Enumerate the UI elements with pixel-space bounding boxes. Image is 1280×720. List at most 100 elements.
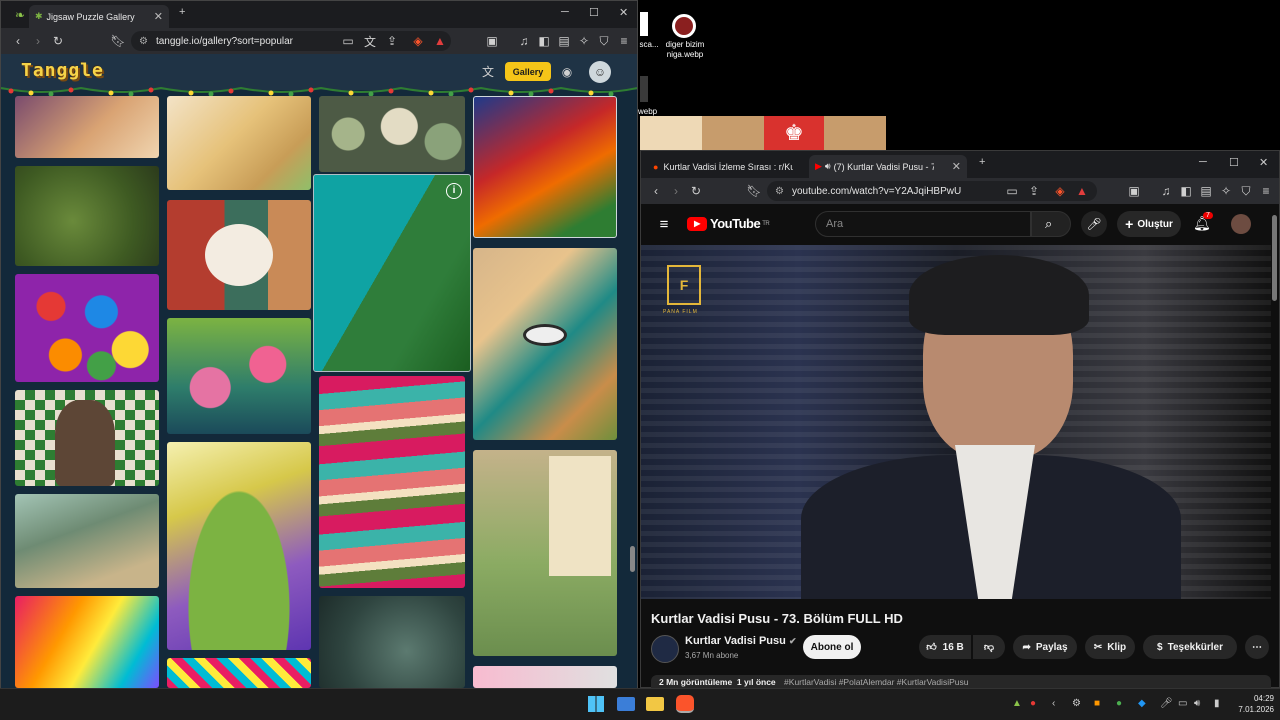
puzzle-tile-village[interactable]	[15, 166, 159, 266]
channel-name[interactable]: Kurtlar Vadisi Pusu ✔	[685, 635, 796, 647]
create-button[interactable]: + Oluştur	[1117, 211, 1181, 237]
file-explorer-icon[interactable]	[646, 697, 664, 711]
task-view-icon[interactable]	[617, 697, 635, 711]
user-avatar-icon[interactable]: ☺	[589, 61, 611, 83]
new-tab-button[interactable]: +	[179, 6, 185, 18]
reload-icon[interactable]: ↻	[687, 182, 705, 200]
puzzle-tile-painted-face[interactable]	[473, 248, 617, 440]
search-input[interactable]: Ara	[815, 211, 1031, 237]
network-icon[interactable]: ▭	[1178, 698, 1187, 709]
tray-icon-2[interactable]: ●	[1030, 698, 1036, 709]
account-avatar[interactable]	[1231, 214, 1251, 234]
speaker-icon[interactable]: 🔊︎	[825, 161, 831, 172]
start-windows-icon[interactable]	[588, 696, 604, 712]
puzzle-tile-cat[interactable]	[15, 390, 159, 486]
brave-shield-icon[interactable]: ◈	[1051, 182, 1069, 200]
cast-icon[interactable]: ▭	[1003, 182, 1021, 200]
forward-icon[interactable]: ›	[667, 182, 685, 200]
site-info-icon[interactable]: ⚙	[775, 186, 784, 197]
tab-youtube[interactable]: ▶ 🔊︎ (7) Kurtlar Vadisi Pusu - 73. B ✕	[809, 155, 967, 178]
tray-icon-3[interactable]: ⚙	[1072, 698, 1081, 709]
like-button[interactable]: 👍︎ 16 B	[919, 635, 971, 659]
puzzle-tile-daffodils[interactable]	[473, 450, 617, 656]
desktop-file-icon[interactable]	[640, 12, 648, 36]
reload-icon[interactable]: ↻	[49, 32, 67, 50]
leo-ai-icon[interactable]: ✧	[575, 32, 593, 50]
wallet-2-icon[interactable]: ▤	[1197, 182, 1215, 200]
back-icon[interactable]: ‹	[647, 182, 665, 200]
puzzle-tile-tea[interactable]	[167, 96, 311, 190]
page-scrollbar[interactable]	[1272, 215, 1277, 301]
youtube-logo[interactable]: ▶ YouTube TR	[687, 216, 770, 231]
tray-icon-1[interactable]: ▲	[1012, 698, 1022, 709]
brave-shield-icon[interactable]: ◈	[409, 32, 427, 50]
tab-jigsaw-gallery[interactable]: ✱ Jigsaw Puzzle Gallery ✕	[29, 5, 169, 28]
music-icon[interactable]: ♫	[515, 32, 533, 50]
desktop-chessboard-window[interactable]: ♚	[640, 116, 886, 150]
translate-icon[interactable]: 文	[361, 32, 379, 50]
gallery-button[interactable]: Gallery	[505, 62, 551, 81]
desktop-image-thumb-2[interactable]	[640, 76, 648, 102]
wallet-icon[interactable]: ▣	[1125, 182, 1143, 200]
puzzle-tile-garden[interactable]	[167, 318, 311, 434]
close-window-button[interactable]: ✕	[1259, 156, 1268, 169]
wallet-2-icon[interactable]: ▤	[555, 32, 573, 50]
share-icon[interactable]: ⇪	[383, 32, 401, 50]
sidebar-icon[interactable]: ◧	[535, 32, 553, 50]
share-button[interactable]: ➦ Paylaş	[1013, 635, 1077, 659]
puzzle-tile-textiles[interactable]	[319, 376, 465, 588]
close-window-button[interactable]: ✕	[619, 6, 628, 19]
puzzle-tile-pattern[interactable]	[167, 658, 311, 688]
desktop-image-thumb[interactable]	[672, 14, 696, 38]
new-tab-button[interactable]: +	[979, 156, 985, 168]
subscribe-button[interactable]: Abone ol	[803, 635, 861, 659]
puzzle-tile-lion-statue[interactable]	[319, 596, 465, 688]
microphone-icon[interactable]: 🎤︎	[1160, 698, 1173, 709]
back-icon[interactable]: ‹	[9, 32, 27, 50]
vpn-icon[interactable]: ⛉	[1237, 182, 1255, 200]
site-info-icon[interactable]: ⚙	[139, 36, 148, 47]
clip-button[interactable]: ✂ Klip	[1085, 635, 1135, 659]
battery-icon[interactable]: ▮	[1214, 698, 1220, 709]
maximize-button[interactable]: ☐	[589, 6, 599, 19]
sidebar-icon[interactable]: ◧	[1177, 182, 1195, 200]
search-button[interactable]: ⌕	[1031, 211, 1071, 237]
channel-avatar[interactable]	[651, 635, 679, 663]
volume-icon[interactable]: 🔊︎	[1194, 698, 1200, 709]
close-tab-icon[interactable]: ✕	[952, 160, 961, 173]
puzzle-tile-pumpkins[interactable]	[319, 96, 465, 172]
minimize-button[interactable]: ─	[561, 6, 569, 18]
hamburger-menu-icon[interactable]: ≡	[655, 215, 673, 233]
bookmark-icon[interactable]: 🔖︎	[109, 32, 127, 50]
chevron-left-icon[interactable]: ‹	[1052, 698, 1055, 709]
puzzle-tile-grateful[interactable]	[167, 200, 311, 310]
vpn-icon[interactable]: ⛉	[595, 32, 613, 50]
puzzle-tile-coast[interactable]: i	[313, 174, 471, 372]
clock[interactable]: 04:29 7.01.2026	[1228, 693, 1274, 715]
puzzle-tile-carnival[interactable]	[473, 96, 617, 238]
puzzle-tile-bottom[interactable]	[473, 666, 617, 688]
puzzle-tile-ribbons[interactable]	[15, 596, 159, 688]
more-actions-button[interactable]: ⋯	[1245, 635, 1269, 659]
tray-icon-6[interactable]: ◆	[1138, 698, 1146, 709]
description-box[interactable]: 2 Mn görüntüleme 1 yıl önce #KurtlarVadi…	[651, 675, 1271, 689]
forward-icon[interactable]: ›	[29, 32, 47, 50]
brave-browser-icon[interactable]	[676, 695, 694, 713]
menu-icon[interactable]: ≡	[1257, 182, 1275, 200]
menu-icon[interactable]: ≡	[615, 32, 633, 50]
puzzle-tile-airplane[interactable]	[15, 96, 159, 158]
music-icon[interactable]: ♫	[1157, 182, 1175, 200]
close-tab-icon[interactable]: ✕	[154, 10, 163, 23]
tab-sidebar-icon[interactable]: ❧	[11, 6, 29, 24]
hashtags[interactable]: #KurtlarVadisi #PolatAlemdar #KurtlarVad…	[784, 677, 968, 687]
tanggle-logo[interactable]: Tanggle	[21, 60, 104, 81]
tray-icon-4[interactable]: ■	[1094, 698, 1100, 709]
video-player[interactable]: F PANA FILM	[641, 245, 1271, 599]
discord-icon[interactable]: ◉	[558, 63, 576, 81]
thanks-button[interactable]: $ Teşekkürler	[1143, 635, 1237, 659]
address-bar[interactable]: ⚙ youtube.com/watch?v=Y2AJqiHBPwU	[767, 181, 1097, 201]
maximize-button[interactable]: ☐	[1229, 156, 1239, 169]
wallet-icon[interactable]: ▣	[483, 32, 501, 50]
voice-search-icon[interactable]: 🎤︎	[1081, 211, 1107, 237]
share-icon[interactable]: ⇪	[1025, 182, 1043, 200]
